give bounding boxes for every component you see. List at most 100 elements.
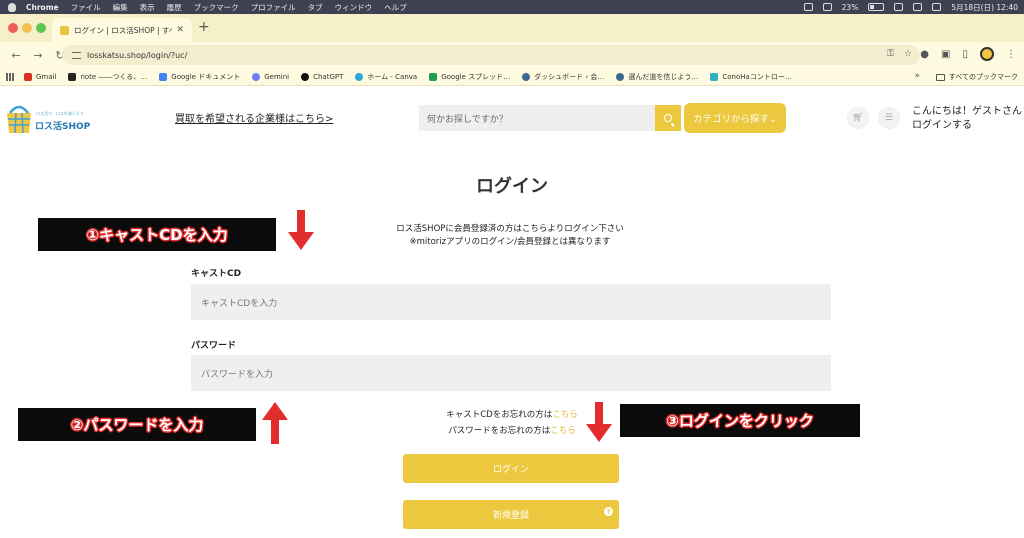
login-note-line1: ロス活SHOPに会員登録済の方はこちらよりログイン下さい [396, 224, 624, 234]
annotation-step1: ①キャストCDを入力 [38, 218, 276, 251]
bookmark-canva[interactable]: ホーム - Canva [355, 72, 417, 82]
gemini-icon [252, 72, 261, 81]
bookmark-chatgpt[interactable]: ChatGPT [301, 72, 343, 81]
clock[interactable]: 5月18日(日) 12:40 [951, 2, 1018, 13]
back-arrow-icon[interactable]: ← [10, 49, 22, 62]
google-sheets-icon [429, 72, 438, 81]
battery-icon[interactable] [868, 3, 885, 11]
bookmark-google-docs[interactable]: Google ドキュメント [159, 72, 240, 82]
more-menu-icon[interactable]: ⋮ [1006, 49, 1016, 60]
register-button-label: 新規登録 [492, 511, 529, 521]
menu-view[interactable]: 表示 [140, 2, 155, 13]
all-bookmarks-folder[interactable]: すべてのブックマーク [935, 72, 1018, 82]
menu-tab[interactable]: タブ [308, 2, 323, 13]
login-note: ロス活SHOPに会員登録済の方はこちらよりログイン下さい ※mitorizアプリ… [330, 223, 690, 249]
conoha-icon [710, 72, 719, 81]
login-button[interactable]: ログイン [403, 454, 619, 483]
site-header: ロス活で、ロスを減らそう ロス活SHOP 買取を希望される企業様はこちら> 何か… [0, 87, 1024, 151]
chatgpt-icon [301, 72, 310, 81]
minimize-window-button[interactable] [22, 23, 32, 33]
menu-bookmarks[interactable]: ブックマーク [194, 2, 239, 13]
arrow-down-icon [586, 402, 612, 442]
search-spotlight-icon[interactable] [913, 3, 923, 11]
menu-history[interactable]: 履歴 [167, 2, 182, 13]
arrow-down-icon [288, 210, 314, 250]
apple-icon[interactable] [8, 2, 16, 12]
bookmark-note[interactable]: note ――つくる、… [68, 72, 147, 82]
logo-brand: ロス活SHOP [35, 122, 91, 132]
password-label: パスワード [191, 341, 237, 351]
cast-cd-label: キャストCD [191, 269, 242, 279]
menu-help[interactable]: ヘルプ [384, 2, 407, 13]
key-icon[interactable]: ⚿ [887, 49, 894, 59]
forgot-cast-cd-link[interactable]: こちら [552, 410, 578, 420]
note-icon [68, 72, 77, 81]
folder-icon [935, 73, 945, 81]
url-text[interactable]: losskatsu.shop/login/?uc/ [87, 51, 187, 60]
apps-grid-icon[interactable] [6, 72, 14, 81]
site-info-icon[interactable] [72, 51, 81, 59]
menu-app-name[interactable]: Chrome [26, 3, 59, 12]
forgot-password-link[interactable]: こちら [550, 426, 576, 436]
sidepanel-icon[interactable]: ▯ [962, 49, 968, 60]
maximize-window-button[interactable] [36, 23, 46, 33]
tab-strip: ログイン | ロス活SHOP | すべて ✕ + [0, 14, 1024, 42]
bookmark-conoha[interactable]: ConoHaコントロー… [710, 72, 792, 82]
menu-window[interactable]: ウィンドウ [335, 2, 373, 13]
bookmark-gmail[interactable]: Gmail [24, 72, 56, 81]
search-input[interactable]: 何かお探しですか？ [419, 105, 655, 131]
close-window-button[interactable] [8, 23, 18, 33]
bookmark-blog[interactable]: 選んだ道を信じよう… [616, 72, 698, 82]
wordpress-icon [522, 72, 531, 81]
arrow-up-icon [262, 402, 288, 444]
bookmark-gemini[interactable]: Gemini [252, 72, 289, 81]
bookmark-dashboard[interactable]: ダッシュボード ‹ 会… [522, 72, 604, 82]
bookmark-star-icon[interactable]: ☆ [904, 49, 912, 59]
google-docs-icon [159, 72, 168, 81]
help-icon[interactable]: ? [604, 507, 613, 516]
password-input[interactable]: パスワードを入力 [191, 355, 831, 391]
bookmarks-overflow-icon[interactable]: » [914, 71, 920, 81]
battery-percent: 23% [841, 2, 859, 12]
control-center-icon[interactable] [932, 3, 942, 11]
favicon-icon [60, 25, 69, 35]
forward-arrow-icon[interactable]: → [32, 49, 44, 62]
cast-cd-input[interactable]: キャストCDを入力 [191, 284, 831, 320]
address-bar[interactable]: losskatsu.shop/login/?uc/ ⚿ ☆ [62, 45, 920, 65]
extensions-icon[interactable]: ▣ [941, 49, 950, 60]
toolbar: ← → ↻ losskatsu.shop/login/?uc/ ⚿ ☆ ● ▣ … [0, 42, 1024, 68]
canva-icon [355, 72, 364, 81]
cart-icon[interactable]: 🛒︎ [847, 107, 869, 129]
display-icon[interactable] [822, 3, 832, 11]
bluetooth-icon[interactable] [803, 3, 813, 11]
basket-logo-icon [7, 105, 31, 134]
browser-tab-active[interactable]: ログイン | ロス活SHOP | すべて ✕ [52, 18, 192, 42]
category-search-button[interactable]: カテゴリから探す⌄ [684, 103, 786, 133]
search-icon [664, 114, 672, 122]
user-greeting: こんにちは！ゲストさん ログインする [912, 105, 1022, 133]
logo-tagline: ロス活で、ロスを減らそう [36, 111, 84, 116]
profile-avatar[interactable] [980, 47, 994, 61]
bookmarks-bar: Gmail note ――つくる、… Google ドキュメント Gemini … [0, 68, 1024, 86]
header-login-link[interactable]: ログインする [912, 119, 1022, 133]
site-logo[interactable]: ロス活で、ロスを減らそう ロス活SHOP [4, 99, 96, 141]
mac-menu-bar: Chrome ファイル 編集 表示 履歴 ブックマーク プロファイル タブ ウィ… [0, 0, 1024, 14]
register-button[interactable]: 新規登録 ? [403, 500, 619, 529]
bookmark-google-sheets[interactable]: Google スプレッド… [429, 72, 510, 82]
buyback-link[interactable]: 買取を希望される企業様はこちら> [175, 110, 333, 125]
menu-file[interactable]: ファイル [71, 2, 101, 13]
menu-profile[interactable]: プロファイル [251, 2, 296, 13]
search-button[interactable] [655, 105, 681, 131]
tab-title: ログイン | ロス活SHOP | すべて [74, 25, 172, 35]
new-tab-button[interactable]: + [198, 19, 210, 35]
annotation-step2: ②パスワードを入力 [18, 408, 256, 441]
hamburger-menu-icon[interactable]: ☰ [878, 107, 900, 129]
gmail-icon [24, 72, 32, 81]
menu-edit[interactable]: 編集 [113, 2, 128, 13]
tab-close-icon[interactable]: ✕ [176, 25, 184, 35]
annotation-step3: ③ログインをクリック [620, 404, 860, 437]
microphone-icon[interactable]: ● [920, 49, 929, 60]
wifi-icon[interactable] [894, 3, 904, 11]
page-title: ログイン [476, 176, 548, 197]
greeting-text: こんにちは！ゲストさん [912, 106, 1022, 117]
